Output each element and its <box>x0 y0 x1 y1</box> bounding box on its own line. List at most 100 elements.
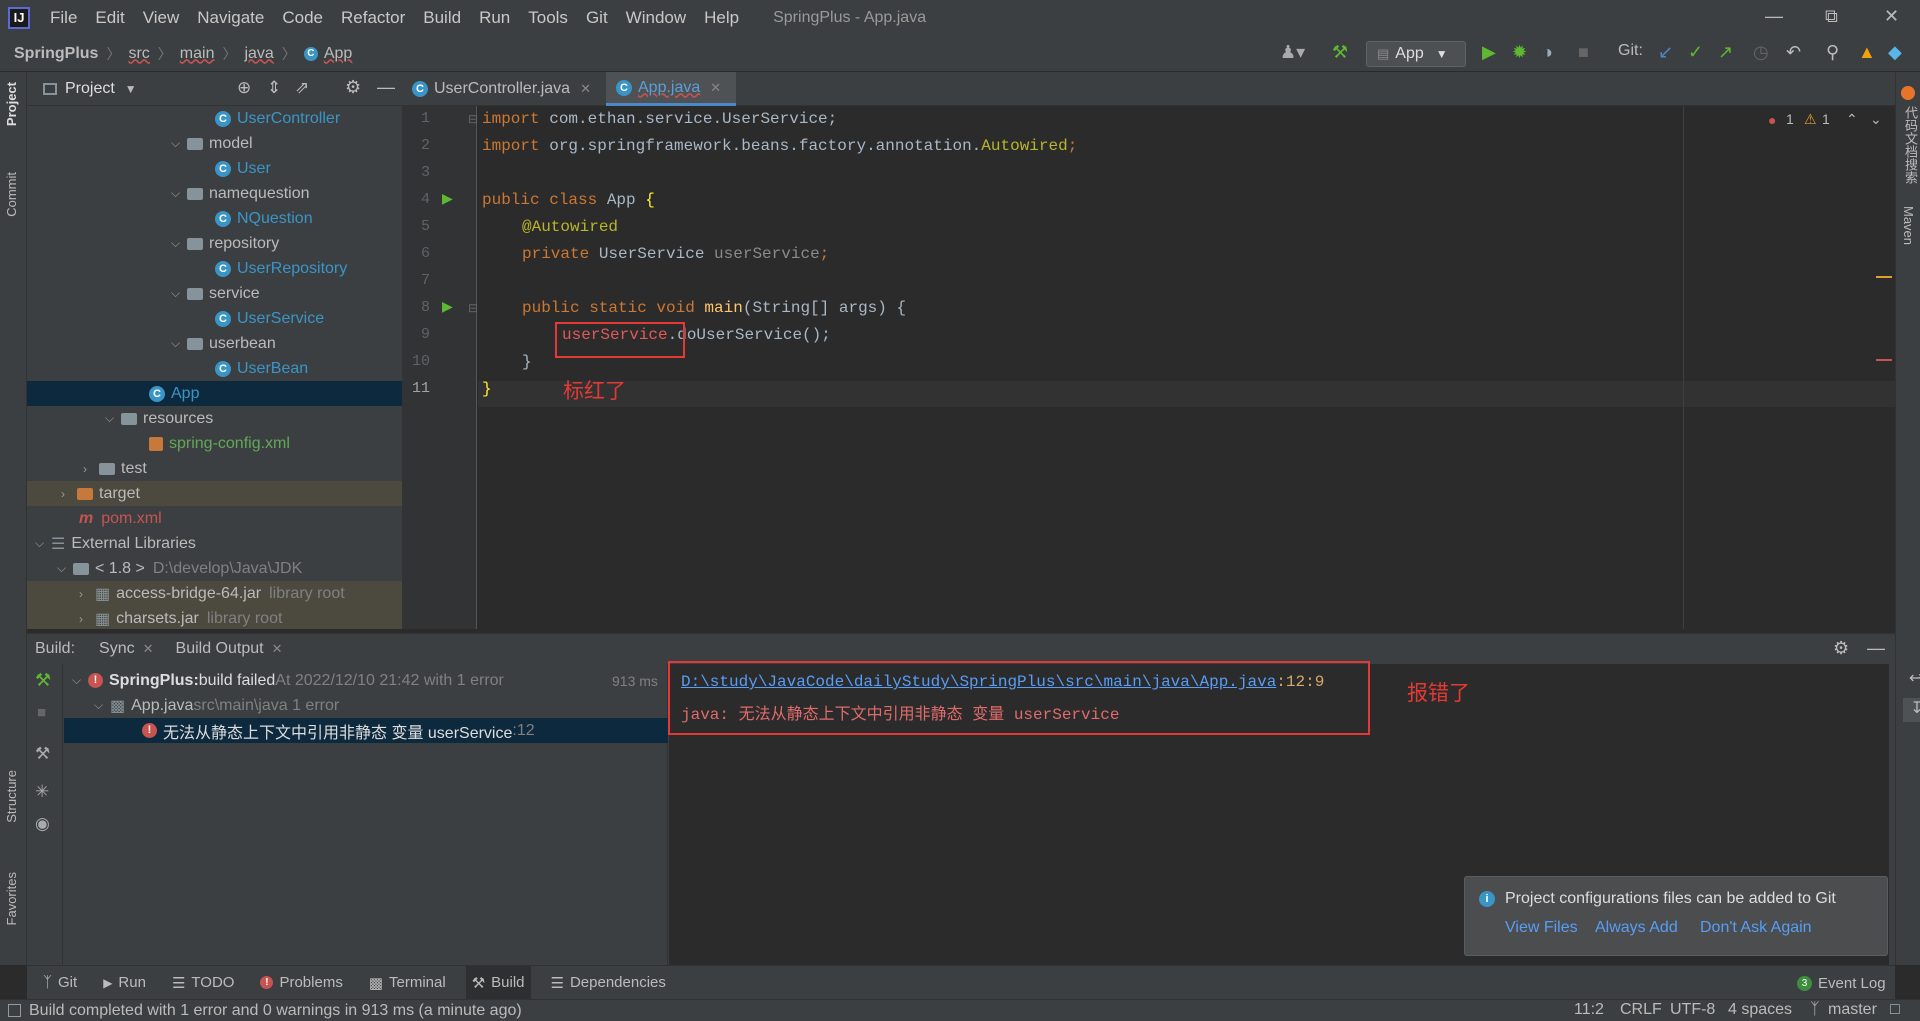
build-hammer-icon[interactable]: ⚒ <box>1332 42 1348 63</box>
tree-item[interactable]: ⌵ service <box>27 281 402 306</box>
project-panel-title[interactable]: Project <box>65 80 115 98</box>
chevron-right-icon[interactable]: › <box>79 587 95 601</box>
gear-icon[interactable]: ⚙ <box>1833 638 1849 659</box>
breadcrumb-src[interactable]: src <box>128 45 149 63</box>
chevron-right-icon[interactable]: › <box>61 487 77 501</box>
error-stripe[interactable] <box>1876 359 1892 361</box>
git-commit-icon[interactable]: ✓ <box>1688 42 1703 63</box>
tab-build[interactable]: ⚒ Build <box>465 965 531 1000</box>
close-window-icon[interactable]: ✕ <box>1884 6 1899 27</box>
project-tool-tab[interactable]: Project <box>4 82 19 126</box>
breadcrumb-app[interactable]: App <box>324 45 352 63</box>
git-push-icon[interactable]: ↗ <box>1718 42 1733 63</box>
chevron-down-icon[interactable]: ⌵ <box>171 136 187 151</box>
build-error-row[interactable]: ! 无法从静态上下文中引用非静态 变量 userService :12 <box>64 718 668 743</box>
git-update-icon[interactable]: ↙ <box>1658 42 1673 63</box>
tree-item[interactable]: ⌵ namequestion <box>27 181 402 206</box>
hide-panel-icon[interactable]: — <box>1867 638 1885 659</box>
tree-item[interactable]: › target <box>27 481 402 506</box>
menu-git[interactable]: Git <box>586 8 608 28</box>
build-file-row[interactable]: ⌵ ▩ App.java src\main\java 1 error <box>64 693 668 718</box>
indent-setting[interactable]: 4 spaces <box>1728 1001 1792 1019</box>
menu-tools[interactable]: Tools <box>528 8 568 28</box>
close-tab-icon[interactable]: ✕ <box>272 641 283 657</box>
soft-wrap-icon[interactable]: ↩ <box>1909 668 1920 688</box>
minimize-icon[interactable]: — <box>1765 6 1783 27</box>
tree-item[interactable]: ⌵ model <box>27 131 402 156</box>
warning-stripe[interactable] <box>1876 276 1892 278</box>
tree-item[interactable]: C NQuestion <box>27 206 402 231</box>
menu-help[interactable]: Help <box>704 8 739 28</box>
event-log-tab[interactable]: 3 Event Log <box>1797 966 1886 1000</box>
tree-item[interactable]: ⌵ resources <box>27 406 402 431</box>
menu-file[interactable]: File <box>50 8 77 28</box>
plugin-icon[interactable]: ◆ <box>1888 42 1902 63</box>
chevron-down-icon[interactable]: ⌵ <box>105 411 121 426</box>
warning-count[interactable]: 1 <box>1822 111 1830 127</box>
debug-icon[interactable]: ✹ <box>1512 42 1527 63</box>
menu-code[interactable]: Code <box>282 8 323 28</box>
menu-build[interactable]: Build <box>423 8 461 28</box>
chevron-down-icon[interactable]: ▼ <box>125 82 137 96</box>
run-configuration-dropdown[interactable]: ▤ App ▼ <box>1366 41 1466 67</box>
close-tab-icon[interactable]: ✕ <box>143 641 154 657</box>
commit-tool-tab[interactable]: Commit <box>4 172 19 217</box>
restore-icon[interactable]: ⧉ <box>1825 6 1838 27</box>
git-branch[interactable]: master <box>1828 1001 1877 1019</box>
tab-dependencies[interactable]: ☰ Dependencies <box>545 966 672 1000</box>
update-icon[interactable]: ▲ <box>1858 42 1876 63</box>
toggle-tool-windows-icon[interactable] <box>8 1004 21 1017</box>
menu-refactor[interactable]: Refactor <box>341 8 405 28</box>
favorites-tool-tab[interactable]: Favorites <box>4 872 19 925</box>
error-count-icon[interactable]: ● <box>1768 112 1776 128</box>
tab-problems[interactable]: ! Problems <box>254 966 348 1000</box>
breadcrumb-java[interactable]: java <box>244 45 273 63</box>
build-result-row[interactable]: ⌵ ! SpringPlus: build failed At 2022/12/… <box>64 668 668 693</box>
chevron-down-icon[interactable]: ⌵ <box>72 673 88 688</box>
tree-item[interactable]: m pom.xml <box>27 506 402 531</box>
wrench-icon[interactable]: ⚒ <box>35 744 50 764</box>
close-tab-icon[interactable]: ✕ <box>710 80 721 96</box>
chevron-down-icon[interactable]: ⌵ <box>57 561 73 576</box>
coverage-icon[interactable]: ◑ <box>1542 42 1553 63</box>
tree-item[interactable]: C UserController <box>27 106 402 131</box>
file-encoding[interactable]: UTF-8 <box>1670 1001 1715 1019</box>
pin-icon[interactable]: ✳ <box>35 782 49 802</box>
error-count[interactable]: 1 <box>1786 111 1794 127</box>
tab-sync[interactable]: Sync <box>99 640 135 658</box>
tree-item[interactable]: › ▦ access-bridge-64.jar library root <box>27 581 402 606</box>
tab-terminal[interactable]: ▩ Terminal <box>363 966 452 1000</box>
tree-item[interactable]: C UserService <box>27 306 402 331</box>
user-icon[interactable]: ♟▾ <box>1280 42 1305 63</box>
build-hammer-icon[interactable]: ⚒ <box>35 670 51 691</box>
tab-build-output[interactable]: Build Output <box>176 640 264 658</box>
chevron-up-icon[interactable]: ⌃ <box>1846 111 1858 128</box>
menu-run[interactable]: Run <box>479 8 510 28</box>
line-separator[interactable]: CRLF <box>1620 1001 1662 1019</box>
tab-usercontroller[interactable]: C UserController.java ✕ <box>402 72 604 106</box>
stop-icon[interactable]: ■ <box>1578 42 1589 63</box>
menu-window[interactable]: Window <box>626 8 686 28</box>
gear-icon[interactable]: ⚙ <box>345 77 361 98</box>
caret-position[interactable]: 11:2 <box>1574 1001 1604 1019</box>
chevron-down-icon[interactable]: ⌄ <box>1870 111 1882 128</box>
tree-item[interactable]: › ▦ charsets.jar library root <box>27 606 402 629</box>
fold-icon[interactable]: ⊟ <box>468 112 478 126</box>
run-gutter-icon[interactable]: ▶ <box>442 298 453 315</box>
expand-all-icon[interactable]: ⇕ <box>267 78 281 98</box>
chevron-down-icon[interactable]: ⌵ <box>171 286 187 301</box>
run-icon[interactable]: ▶ <box>1482 42 1496 63</box>
chevron-down-icon[interactable]: ⌵ <box>94 698 110 713</box>
menu-view[interactable]: View <box>143 8 180 28</box>
view-files-link[interactable]: View Files <box>1505 919 1578 937</box>
structure-tool-tab[interactable]: Structure <box>4 770 19 823</box>
rollback-icon[interactable]: ↶ <box>1786 42 1801 63</box>
tree-item[interactable]: ⌵ < 1.8 > D:\develop\Java\JDK <box>27 556 402 581</box>
breadcrumb-project[interactable]: SpringPlus <box>14 45 98 63</box>
collapse-all-icon[interactable]: ⇗ <box>295 78 309 98</box>
tree-item-selected[interactable]: C App <box>27 381 402 406</box>
hide-panel-icon[interactable]: — <box>377 77 395 98</box>
always-add-link[interactable]: Always Add <box>1595 919 1678 937</box>
tree-item[interactable]: spring-config.xml <box>27 431 402 456</box>
maven-tool-tab[interactable]: Maven <box>1901 206 1916 245</box>
